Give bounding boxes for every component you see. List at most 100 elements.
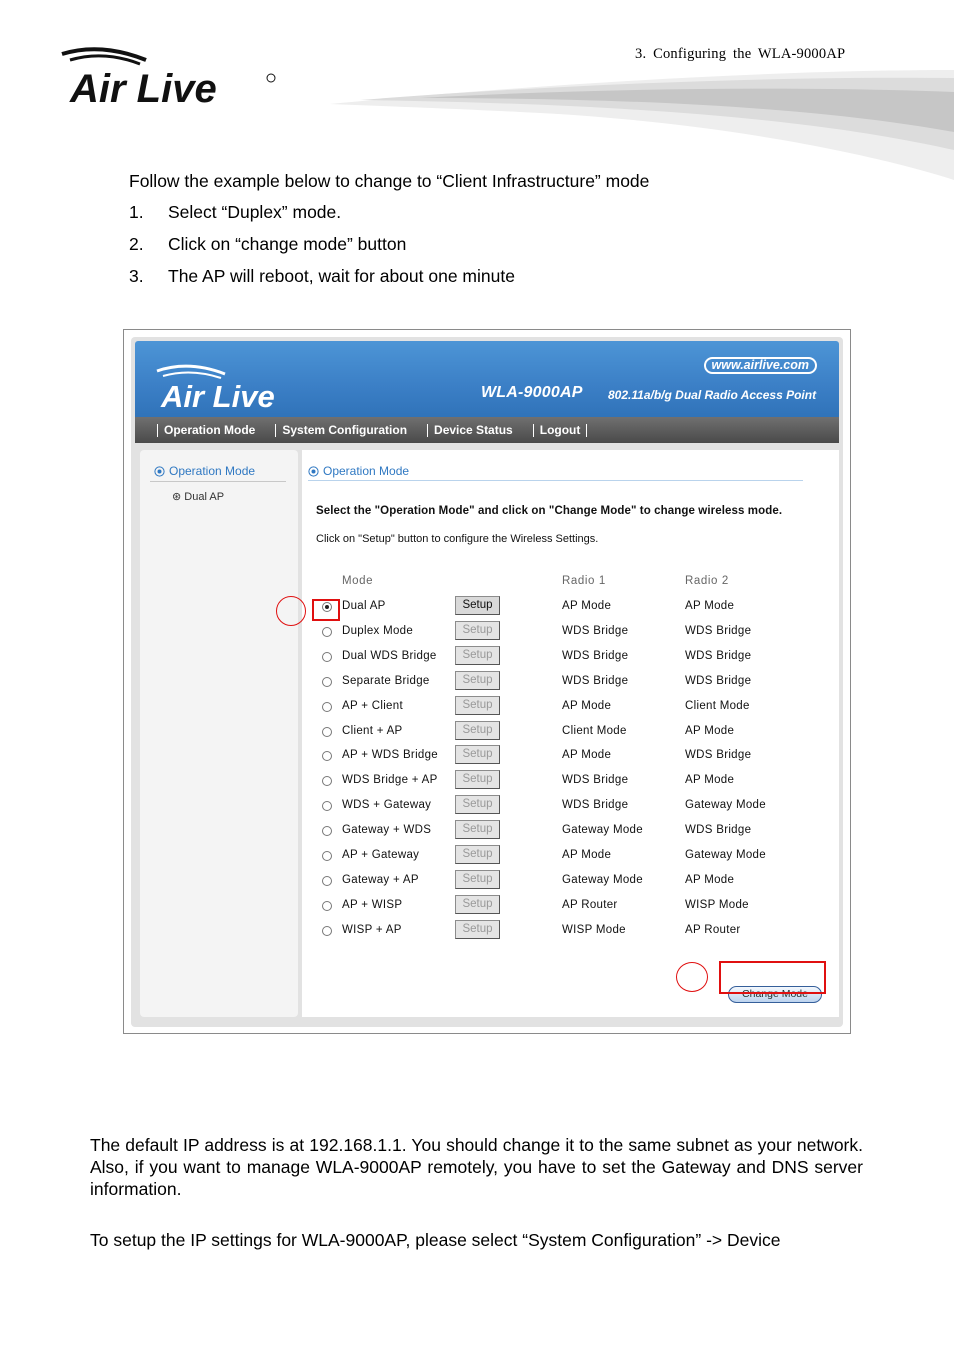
setup-button[interactable]: Setup [455,820,500,840]
target-icon [308,465,319,477]
radio2-value: WDS Bridge [685,749,752,762]
radio1-value: Gateway Mode [562,824,643,837]
setup-button[interactable]: Setup [455,770,500,790]
callout-box-change-mode [719,961,826,994]
radio1-value: WDS Bridge [562,774,629,787]
website-link[interactable]: www.airlive.com [703,357,817,374]
table-row: WISP + AP Setup WISP Mode AP Router [302,919,839,945]
nav-operation-mode[interactable]: Operation Mode [157,423,261,437]
mode-radio[interactable] [322,875,332,886]
radio1-value: AP Mode [562,749,612,762]
sidebar-item-dual-ap[interactable]: ⊛ Dual AP [172,490,224,503]
list-item: 2. Click on “change mode” button [129,234,407,254]
setup-button[interactable]: Setup [455,695,500,715]
mode-radio[interactable] [322,925,332,936]
setup-button[interactable]: Setup [455,720,500,740]
radio2-value: AP Mode [685,873,735,886]
chapter-title: 3. Configuring the WLA-9000AP [635,46,846,62]
product-description: 802.11a/b/g Dual Radio Access Point [608,388,817,402]
setup-button[interactable]: Setup [455,596,500,615]
table-row: Dual WDS Bridge Setup WDS Bridge WDS Bridge [302,645,839,671]
target-icon [154,465,165,477]
mode-radio[interactable] [322,726,332,737]
setup-button[interactable]: Setup [455,894,500,914]
sidebar-item-operation-mode[interactable]: Operation Mode [154,464,255,478]
product-name: WLA-9000AP [481,384,583,401]
instruction-bold: Select the "Operation Mode" and click on… [316,505,783,517]
table-row: Separate Bridge Setup WDS Bridge WDS Bridge [302,670,839,696]
logo-text: Air Live [69,67,217,106]
radio2-value: Client Mode [685,699,750,712]
mode-radio[interactable] [322,626,332,637]
nav-system-configuration[interactable]: System Configuration [275,423,413,437]
sidebar-sub-label: Dual AP [184,491,225,503]
setup-button[interactable]: Setup [455,745,500,765]
web-ui-frame: Air Live www.airlive.com WLA-9000AP 802.… [131,337,843,1027]
table-row: AP + Gateway Setup AP Mode Gateway Mode [302,845,839,870]
mode-radio[interactable] [322,676,332,687]
mode-label: Separate Bridge [342,674,430,687]
callout-circle-2 [676,962,708,992]
mode-label: Dual WDS Bridge [342,649,437,662]
mode-radio[interactable] [322,801,332,812]
table-row: AP + WDS Bridge Setup AP Mode WDS Bridge [302,745,839,770]
mode-radio[interactable] [322,751,332,762]
table-row: Client + AP Setup Client Mode AP Mode [302,720,839,746]
mode-label: WISP + AP [342,923,402,936]
radio2-value: WDS Bridge [685,674,752,687]
mode-label: Client + AP [342,724,403,737]
embedded-screenshot: Air Live www.airlive.com WLA-9000AP 802.… [123,329,851,1034]
radio1-value: WDS Bridge [562,674,629,687]
radio2-value: AP Mode [685,600,735,612]
web-ui-banner: Air Live www.airlive.com WLA-9000AP 802.… [135,341,839,417]
radio1-value: Gateway Mode [562,873,643,886]
radio2-value: WDS Bridge [685,824,752,837]
callout-box-duplex [312,599,340,621]
setup-button[interactable]: Setup [455,845,500,864]
radio2-value: Gateway Mode [685,849,766,861]
nav-logout[interactable]: Logout [532,423,588,437]
content-title-label: Operation Mode [323,464,410,478]
mode-radio[interactable] [322,701,332,712]
mode-radio[interactable] [322,851,332,861]
table-row: WDS + Gateway Setup WDS Bridge Gateway Mode [302,795,839,820]
nav-device-status[interactable]: Device Status [427,423,519,437]
banner-logo-text: Air Live [160,379,275,413]
mode-radio[interactable] [322,651,332,662]
setup-button[interactable]: Setup [455,795,500,815]
mode-radio[interactable] [322,900,332,911]
mode-label: AP + Gateway [342,849,420,861]
mode-label: Gateway + AP [342,873,419,886]
mode-label: WDS + Gateway [342,799,432,812]
radio2-value: WISP Mode [685,898,749,911]
radio2-value: Gateway Mode [685,799,766,812]
radio2-value: WDS Bridge [685,624,752,637]
column-header-radio2: Radio 2 [685,575,729,587]
column-header-mode: Mode [342,575,374,587]
radio1-value: WDS Bridge [562,624,629,637]
top-nav: Operation Mode System Configuration Devi… [135,417,839,443]
setup-button[interactable]: Setup [455,645,500,665]
main-content: Operation Mode Select the "Operation Mod… [302,450,839,1017]
radio2-value: WDS Bridge [685,649,752,662]
radio1-value: AP Router [562,898,618,911]
sidebar: Operation Mode ⊛ Dual AP [140,450,298,1017]
mode-label: Gateway + WDS [342,824,432,837]
mode-label: AP + WISP [342,898,403,911]
sidebar-divider [150,481,286,482]
banner-airlive-logo: Air Live [156,364,275,413]
mode-label: AP + WDS Bridge [342,749,439,762]
mode-radio[interactable] [322,826,332,837]
paragraph-ip-info: The default IP address is at 192.168.1.1… [90,1135,863,1199]
table-row: Gateway + WDS Setup Gateway Mode WDS Bridge [302,820,839,845]
table-row: Dual AP Setup AP Mode AP Mode [302,596,839,621]
content-title: Operation Mode [308,464,409,478]
setup-button[interactable]: Setup [455,869,500,889]
table-row: WDS Bridge + AP Setup WDS Bridge AP Mode [302,770,839,795]
radio1-value: WDS Bridge [562,799,629,812]
radio1-value: AP Mode [562,600,612,612]
setup-button[interactable]: Setup [455,620,500,640]
setup-button[interactable]: Setup [455,670,500,690]
mode-radio[interactable] [322,776,332,787]
setup-button[interactable]: Setup [455,919,500,939]
